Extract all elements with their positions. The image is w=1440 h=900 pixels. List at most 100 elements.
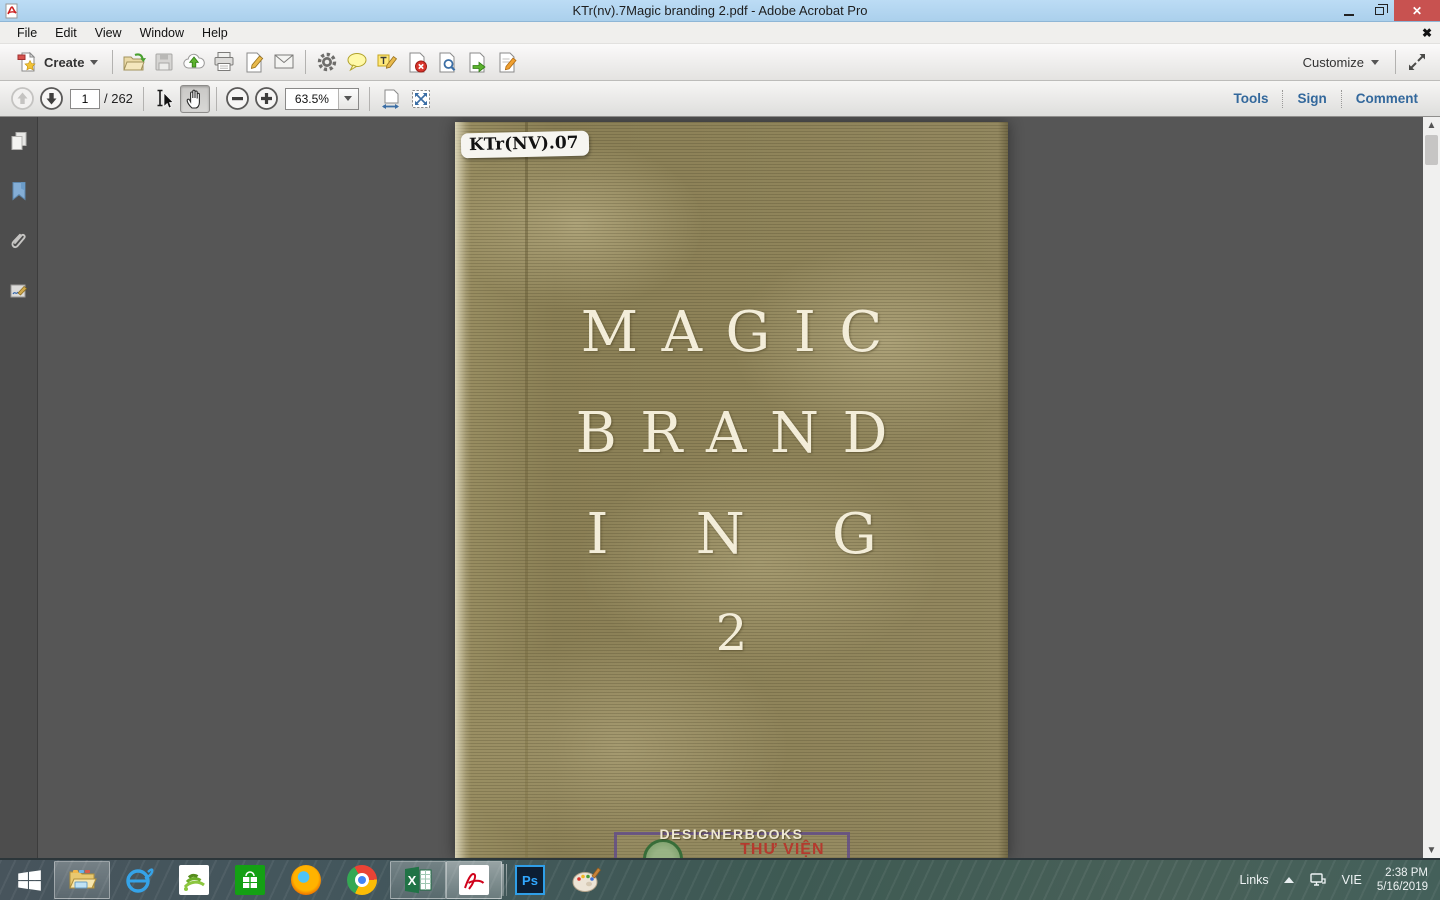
vertical-scrollbar[interactable]: ▲ ▼ (1423, 117, 1440, 858)
arrow-up-circle-icon (10, 86, 35, 111)
select-tool-button[interactable] (150, 85, 180, 113)
comment-panel-button[interactable]: Comment (1342, 85, 1432, 112)
menu-edit[interactable]: Edit (46, 23, 86, 43)
sign-page-button[interactable] (239, 47, 269, 77)
zoom-out-button[interactable] (225, 86, 250, 111)
export-page-button[interactable] (462, 47, 492, 77)
acrobat-window: KTr(nv).7Magic branding 2.pdf - Adobe Ac… (0, 0, 1440, 900)
page-magnifier-icon (436, 51, 459, 74)
menu-help[interactable]: Help (193, 23, 237, 43)
hand-tool-icon (183, 87, 206, 110)
taskbar-wifi-tool[interactable] (166, 861, 222, 899)
toolbar-separator (216, 87, 217, 111)
tools-panel-button[interactable]: Tools (1219, 85, 1282, 112)
page-thumbnails-icon (8, 130, 30, 152)
language-indicator[interactable]: VIE (1342, 873, 1362, 887)
delete-pages-button[interactable] (402, 47, 432, 77)
create-button-label: Create (44, 55, 84, 70)
scrollbar-thumb[interactable] (1425, 135, 1438, 165)
open-button[interactable] (119, 47, 149, 77)
create-pdf-icon (16, 51, 38, 73)
menu-file[interactable]: File (8, 23, 46, 43)
book-cover-page: KTr(NV).07 MAGIC BRAND I N G 2 DESIGNERB… (455, 122, 1008, 858)
close-icon: ✕ (1412, 4, 1422, 18)
clock[interactable]: 2:38 PM 5/16/2019 (1377, 866, 1428, 894)
taskbar-acrobat[interactable] (446, 861, 502, 899)
page-count-label: / 262 (104, 91, 133, 106)
email-button[interactable] (269, 47, 299, 77)
zoom-dropdown-button[interactable] (338, 89, 358, 109)
excel-icon: X (402, 864, 434, 896)
links-toolbar-label[interactable]: Links (1239, 873, 1268, 887)
comment-bubble-icon (345, 50, 369, 74)
page-thumbnails-button[interactable] (5, 127, 33, 155)
print-icon (212, 50, 236, 74)
attachments-button[interactable] (5, 227, 33, 255)
scroll-down-icon[interactable]: ▼ (1423, 842, 1440, 858)
menu-window[interactable]: Window (131, 23, 193, 43)
comment-button[interactable] (342, 47, 372, 77)
gear-icon (316, 51, 338, 73)
menu-view[interactable]: View (86, 23, 131, 43)
store-bag-icon (239, 869, 261, 891)
reading-mode-button[interactable] (1402, 47, 1432, 77)
zoom-in-button[interactable] (254, 86, 279, 111)
fit-width-icon (379, 87, 403, 111)
highlight-text-button[interactable] (372, 47, 402, 77)
bookmarks-button[interactable] (5, 177, 33, 205)
fill-sign-form-button[interactable] (492, 47, 522, 77)
taskbar-paint[interactable] (558, 861, 614, 899)
start-button[interactable] (4, 861, 54, 899)
search-page-button[interactable] (432, 47, 462, 77)
navigation-toolbar: / 262 63.5% (0, 81, 1440, 117)
fit-page-icon (409, 87, 433, 111)
book-title-number: 2 (455, 585, 1008, 681)
upload-button[interactable] (179, 47, 209, 77)
network-icon[interactable] (1309, 871, 1327, 889)
next-page-button[interactable] (39, 86, 64, 111)
acrobat-taskbar-icon (461, 867, 487, 893)
delete-page-icon (406, 51, 429, 74)
toolbar-separator (369, 87, 370, 111)
bookmark-icon (8, 180, 30, 202)
close-button[interactable]: ✕ (1394, 0, 1440, 21)
chevron-down-icon (90, 60, 98, 65)
svg-text:X: X (408, 873, 417, 888)
zoom-level-select[interactable]: 63.5% (285, 88, 359, 110)
show-hidden-icons-icon[interactable] (1284, 877, 1294, 883)
window-title: KTr(nv).7Magic branding 2.pdf - Adobe Ac… (0, 3, 1440, 18)
minimize-button[interactable] (1334, 0, 1364, 21)
chevron-down-icon (344, 96, 352, 101)
preferences-button[interactable] (312, 47, 342, 77)
customize-label: Customize (1303, 55, 1364, 70)
close-document-icon[interactable]: ✖ (1422, 26, 1432, 40)
expand-arrows-icon (1406, 51, 1428, 73)
page-number-input[interactable] (70, 89, 100, 109)
fit-page-button[interactable] (406, 84, 436, 114)
taskbar-windows-store[interactable] (222, 861, 278, 899)
hand-tool-button[interactable] (180, 85, 210, 113)
taskbar-firefox[interactable] (278, 861, 334, 899)
paint-palette-icon (570, 864, 602, 896)
file-explorer-icon (66, 864, 98, 896)
taskbar-photoshop[interactable]: Ps (502, 861, 558, 899)
windows-taskbar: X Ps (0, 858, 1440, 900)
create-button[interactable]: Create (8, 48, 106, 76)
scrolling-mode-button[interactable] (376, 84, 406, 114)
print-button[interactable] (209, 47, 239, 77)
taskbar-chrome[interactable] (334, 861, 390, 899)
customize-button[interactable]: Customize (1293, 51, 1389, 74)
taskbar-internet-explorer[interactable] (110, 861, 166, 899)
signatures-button[interactable] (5, 277, 33, 305)
taskbar-excel[interactable]: X (390, 861, 446, 899)
sign-panel-button[interactable]: Sign (1283, 85, 1340, 112)
scroll-up-icon[interactable]: ▲ (1423, 117, 1440, 133)
envelope-icon (272, 50, 296, 74)
system-tray: Links VIE 2:38 PM 5/16/2019 (1239, 866, 1440, 894)
restore-button[interactable] (1364, 0, 1394, 21)
taskbar-file-explorer[interactable] (54, 861, 110, 899)
save-button[interactable] (149, 47, 179, 77)
library-call-number-label: KTr(NV).07 (461, 131, 589, 159)
previous-page-button[interactable] (10, 86, 35, 111)
pdf-viewer[interactable]: KTr(NV).07 MAGIC BRAND I N G 2 DESIGNERB… (38, 117, 1423, 858)
